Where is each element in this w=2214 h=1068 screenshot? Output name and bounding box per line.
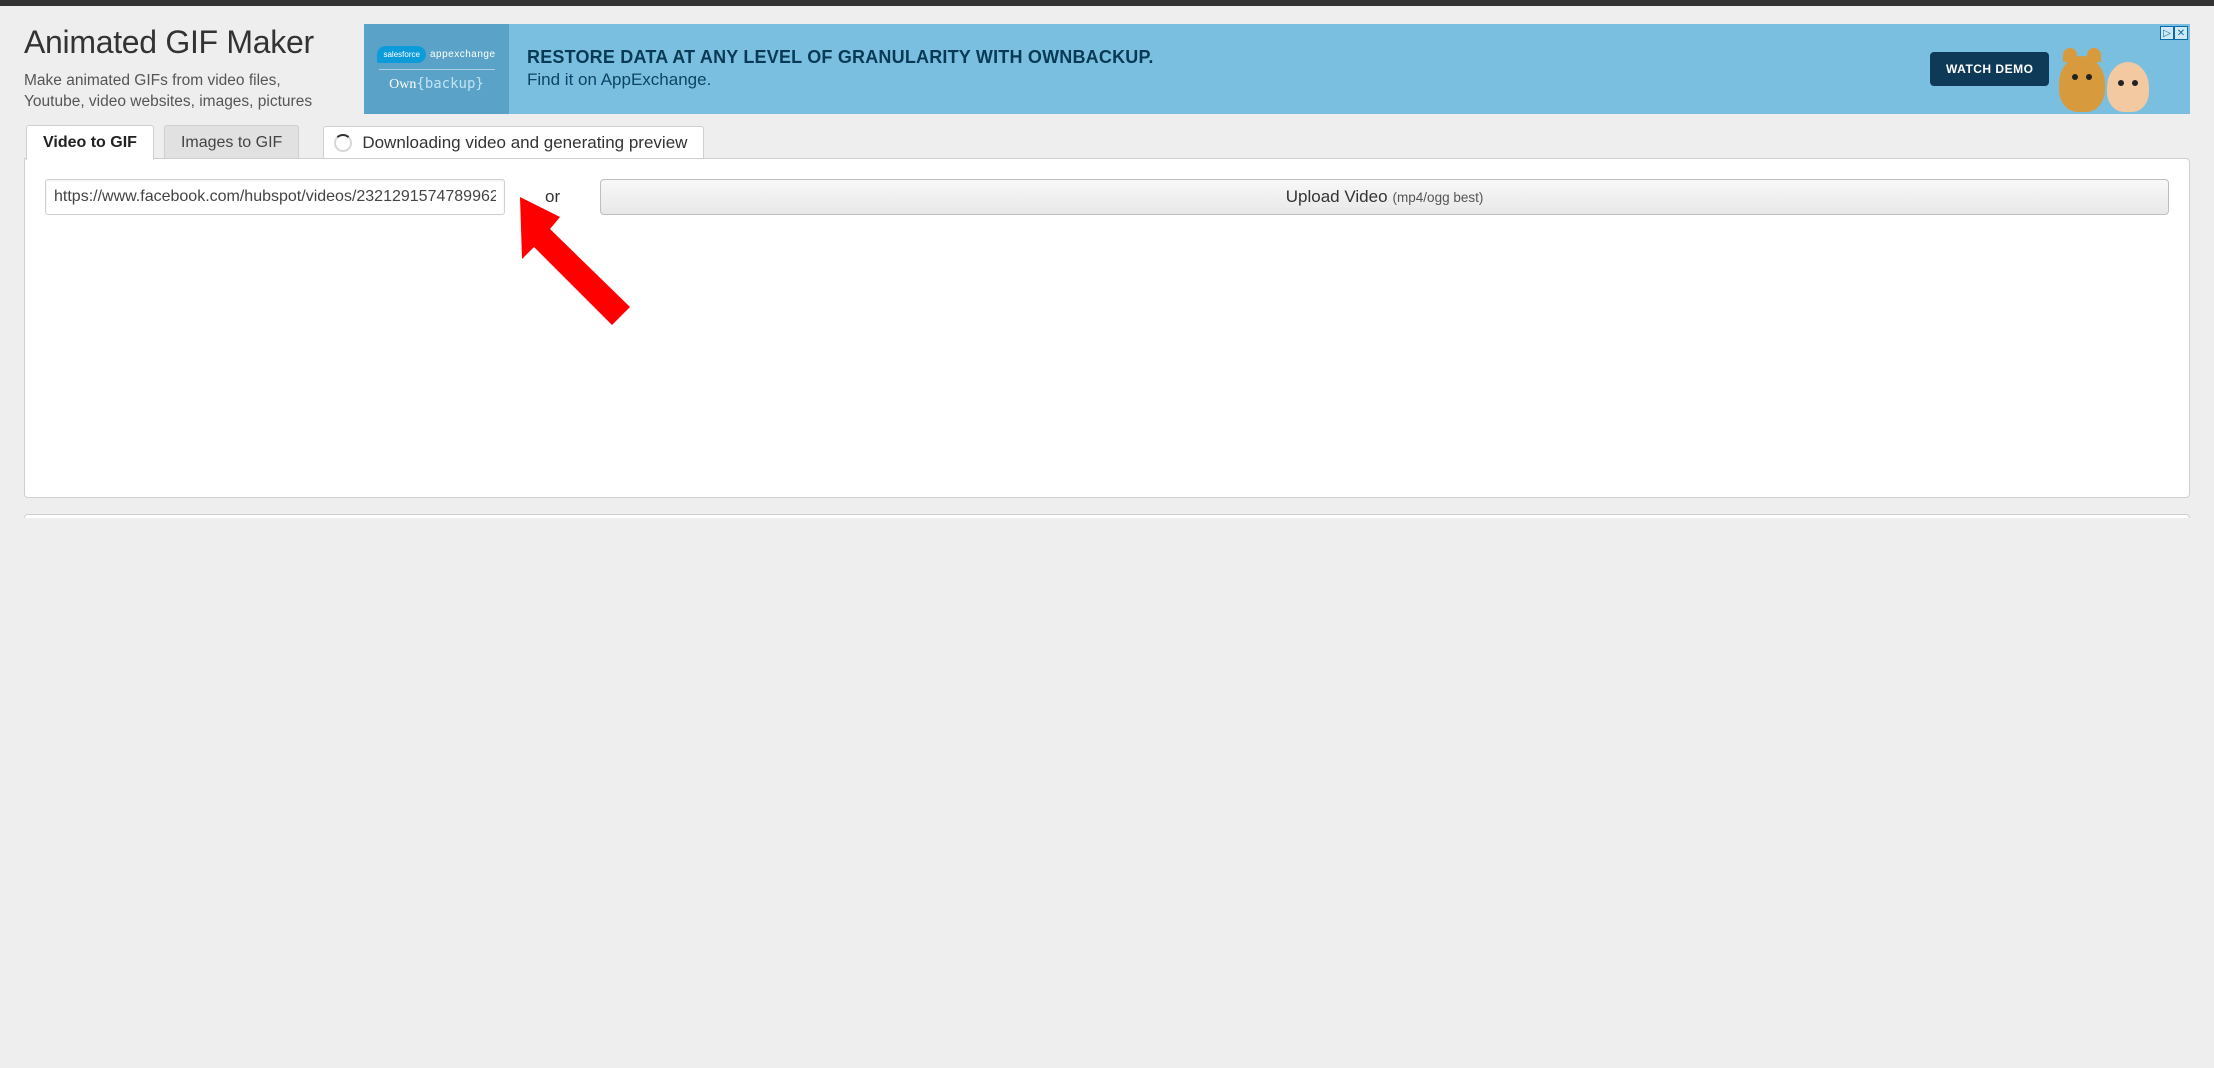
ad-right: WATCH DEMO xyxy=(1930,24,2190,114)
ad-divider xyxy=(379,69,495,70)
ad-info-icon[interactable]: ▷ xyxy=(2160,26,2174,40)
or-label: or xyxy=(545,187,560,207)
video-url-input[interactable] xyxy=(45,179,505,215)
spinner-icon xyxy=(334,134,352,152)
ad-mascots xyxy=(2059,24,2149,114)
page-title: Animated GIF Maker xyxy=(24,24,334,61)
upload-hint: (mp4/ogg best) xyxy=(1393,190,1484,205)
ad-corner-controls: ▷ ✕ xyxy=(2160,26,2188,40)
header-row: Animated GIF Maker Make animated GIFs fr… xyxy=(24,24,2190,114)
tab-video-to-gif[interactable]: Video to GIF xyxy=(26,125,154,160)
own-text: Own xyxy=(389,77,416,92)
own-brace: {backup} xyxy=(416,76,483,92)
header-left: Animated GIF Maker Make animated GIFs fr… xyxy=(24,24,334,113)
salesforce-cloud-icon: salesforce xyxy=(377,46,425,63)
upload-video-button[interactable]: Upload Video (mp4/ogg best) xyxy=(600,179,2169,215)
upload-label: Upload Video xyxy=(1286,187,1388,207)
status-pill: Downloading video and generating preview xyxy=(323,126,704,160)
ad-brand-block: salesforce appexchange Own{backup} xyxy=(364,24,509,114)
ad-cta-button[interactable]: WATCH DEMO xyxy=(1930,52,2049,86)
ad-copy: RESTORE DATA AT ANY LEVEL OF GRANULARITY… xyxy=(509,24,1930,114)
next-panel-peek xyxy=(24,514,2190,518)
tabs-row: Video to GIF Images to GIF Downloading v… xyxy=(24,124,2190,159)
ad-headline: RESTORE DATA AT ANY LEVEL OF GRANULARITY… xyxy=(527,48,1930,68)
ad-close-icon[interactable]: ✕ xyxy=(2174,26,2188,40)
ownbackup-logo: Own{backup} xyxy=(389,76,484,93)
mascot-astro-icon xyxy=(2107,62,2149,112)
tab-images-to-gif[interactable]: Images to GIF xyxy=(164,125,299,160)
mascot-lynx-icon xyxy=(2059,56,2105,112)
main-panel: or Upload Video (mp4/ogg best) xyxy=(24,158,2190,498)
annotation-arrow-icon xyxy=(500,197,670,367)
ad-banner[interactable]: salesforce appexchange Own{backup} RESTO… xyxy=(364,24,2190,114)
page-container: Animated GIF Maker Make animated GIFs fr… xyxy=(0,6,2214,542)
page-subtitle: Make animated GIFs from video files, You… xyxy=(24,71,324,113)
ad-subline: Find it on AppExchange. xyxy=(527,70,1930,90)
input-row: or Upload Video (mp4/ogg best) xyxy=(45,179,2169,215)
status-text: Downloading video and generating preview xyxy=(362,133,687,153)
appexchange-label: appexchange xyxy=(430,49,496,60)
